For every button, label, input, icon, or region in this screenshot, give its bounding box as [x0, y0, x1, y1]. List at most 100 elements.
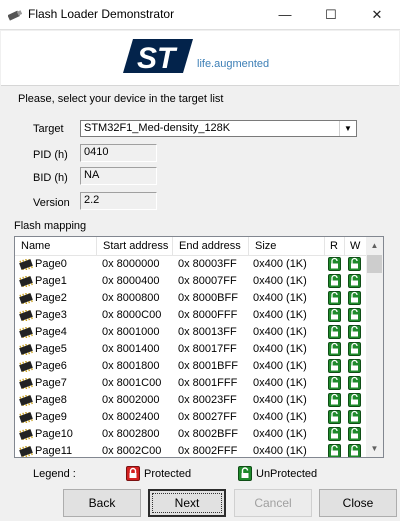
cancel-button[interactable]: Cancel: [234, 489, 312, 517]
table-row[interactable]: Page11 0x 8002C00 0x 8002FFF 0x400 (1K): [15, 443, 367, 458]
read-lock-open-icon[interactable]: [328, 291, 341, 305]
minimize-icon: —: [278, 7, 292, 22]
lock-closed-icon: [126, 466, 140, 481]
row-start-address: 0x 8002000: [102, 394, 160, 406]
table-row[interactable]: Page4 0x 8001000 0x 80013FF 0x400 (1K): [15, 324, 367, 341]
row-name: Page5: [35, 343, 67, 355]
write-lock-open-icon[interactable]: [348, 444, 361, 458]
flash-mapping-list[interactable]: Name Start address End address Size R W …: [14, 236, 384, 458]
scroll-down-arrow[interactable]: ▼: [366, 440, 383, 457]
row-start-address: 0x 8000800: [102, 292, 160, 304]
st-logo: ST: [123, 39, 193, 75]
version-field: 2.2: [80, 192, 157, 210]
row-size: 0x400 (1K): [253, 360, 307, 372]
scroll-thumb[interactable]: [367, 255, 382, 273]
column-header-end[interactable]: End address: [173, 237, 249, 255]
write-lock-open-icon[interactable]: [348, 325, 361, 339]
row-size: 0x400 (1K): [253, 275, 307, 287]
close-button[interactable]: Close: [319, 489, 397, 517]
row-start-address: 0x 8000C00: [102, 309, 162, 321]
logo-banner: ST life.augmented: [1, 31, 399, 86]
table-row[interactable]: Page10 0x 8002800 0x 8002BFF 0x400 (1K): [15, 426, 367, 443]
row-end-address: 0x 80013FF: [178, 326, 237, 338]
read-lock-open-icon[interactable]: [328, 274, 341, 288]
read-lock-open-icon[interactable]: [328, 444, 341, 458]
device-prompt: Please, select your device in the target…: [18, 93, 224, 105]
write-lock-open-icon[interactable]: [348, 393, 361, 407]
row-end-address: 0x 8002BFF: [178, 428, 238, 440]
row-name: Page3: [35, 309, 67, 321]
column-header-read[interactable]: R: [325, 237, 345, 255]
column-header-write[interactable]: W: [345, 237, 367, 255]
memory-chip-icon: [19, 361, 33, 372]
read-lock-open-icon[interactable]: [328, 308, 341, 322]
pid-field: 0410: [80, 144, 157, 162]
column-header-name[interactable]: Name: [15, 237, 97, 255]
memory-chip-icon: [19, 344, 33, 355]
row-start-address: 0x 8002800: [102, 428, 160, 440]
row-end-address: 0x 80007FF: [178, 275, 237, 287]
memory-chip-icon: [19, 429, 33, 440]
read-lock-open-icon[interactable]: [328, 393, 341, 407]
write-lock-open-icon[interactable]: [348, 308, 361, 322]
target-select[interactable]: STM32F1_Med-density_128K ▼: [80, 120, 357, 137]
back-button[interactable]: Back: [63, 489, 141, 517]
column-header-size[interactable]: Size: [249, 237, 325, 255]
table-row[interactable]: Page1 0x 8000400 0x 80007FF 0x400 (1K): [15, 273, 367, 290]
row-size: 0x400 (1K): [253, 292, 307, 304]
row-name: Page7: [35, 377, 67, 389]
row-start-address: 0x 8001400: [102, 343, 160, 355]
table-row[interactable]: Page3 0x 8000C00 0x 8000FFF 0x400 (1K): [15, 307, 367, 324]
write-lock-open-icon[interactable]: [348, 257, 361, 271]
table-row[interactable]: Page2 0x 8000800 0x 8000BFF 0x400 (1K): [15, 290, 367, 307]
minimize-button[interactable]: —: [262, 0, 308, 30]
read-lock-open-icon[interactable]: [328, 359, 341, 373]
next-button[interactable]: Next: [148, 489, 226, 517]
row-name: Page6: [35, 360, 67, 372]
row-size: 0x400 (1K): [253, 309, 307, 321]
table-row[interactable]: Page6 0x 8001800 0x 8001BFF 0x400 (1K): [15, 358, 367, 375]
scroll-up-arrow[interactable]: ▲: [366, 237, 383, 254]
read-lock-open-icon[interactable]: [328, 325, 341, 339]
row-end-address: 0x 80027FF: [178, 411, 237, 423]
row-name: Page1: [35, 275, 67, 287]
bid-field: NA: [80, 167, 157, 185]
row-start-address: 0x 8000000: [102, 258, 160, 270]
row-size: 0x400 (1K): [253, 343, 307, 355]
row-end-address: 0x 8002FFF: [178, 445, 238, 457]
table-row[interactable]: Page0 0x 8000000 0x 80003FF 0x400 (1K): [15, 256, 367, 273]
vertical-scrollbar[interactable]: ▲ ▼: [366, 237, 383, 457]
read-lock-open-icon[interactable]: [328, 257, 341, 271]
table-row[interactable]: Page7 0x 8001C00 0x 8001FFF 0x400 (1K): [15, 375, 367, 392]
legend-protected-label: Protected: [144, 468, 192, 480]
close-window-button[interactable]: ✕: [354, 0, 400, 30]
maximize-button[interactable]: ☐: [308, 0, 354, 30]
write-lock-open-icon[interactable]: [348, 274, 361, 288]
write-lock-open-icon[interactable]: [348, 376, 361, 390]
table-row[interactable]: Page5 0x 8001400 0x 80017FF 0x400 (1K): [15, 341, 367, 358]
row-end-address: 0x 8001FFF: [178, 377, 238, 389]
tagline: life.augmented: [197, 58, 270, 70]
version-label: Version: [33, 197, 70, 209]
write-lock-open-icon[interactable]: [348, 359, 361, 373]
read-lock-open-icon[interactable]: [328, 410, 341, 424]
read-lock-open-icon[interactable]: [328, 342, 341, 356]
legend-label: Legend :: [33, 468, 76, 480]
write-lock-open-icon[interactable]: [348, 291, 361, 305]
table-row[interactable]: Page9 0x 8002400 0x 80027FF 0x400 (1K): [15, 409, 367, 426]
memory-chip-icon: [19, 259, 33, 270]
row-start-address: 0x 8001000: [102, 326, 160, 338]
table-row[interactable]: Page8 0x 8002000 0x 80023FF 0x400 (1K): [15, 392, 367, 409]
chevron-down-icon[interactable]: ▼: [339, 121, 356, 136]
write-lock-open-icon[interactable]: [348, 410, 361, 424]
column-header-start[interactable]: Start address: [97, 237, 173, 255]
read-lock-open-icon[interactable]: [328, 376, 341, 390]
read-lock-open-icon[interactable]: [328, 427, 341, 441]
row-end-address: 0x 8000BFF: [178, 292, 238, 304]
svg-text:ST: ST: [137, 42, 178, 75]
write-lock-open-icon[interactable]: [348, 342, 361, 356]
row-end-address: 0x 80003FF: [178, 258, 237, 270]
pid-label: PID (h): [33, 149, 68, 161]
write-lock-open-icon[interactable]: [348, 427, 361, 441]
row-name: Page9: [35, 411, 67, 423]
